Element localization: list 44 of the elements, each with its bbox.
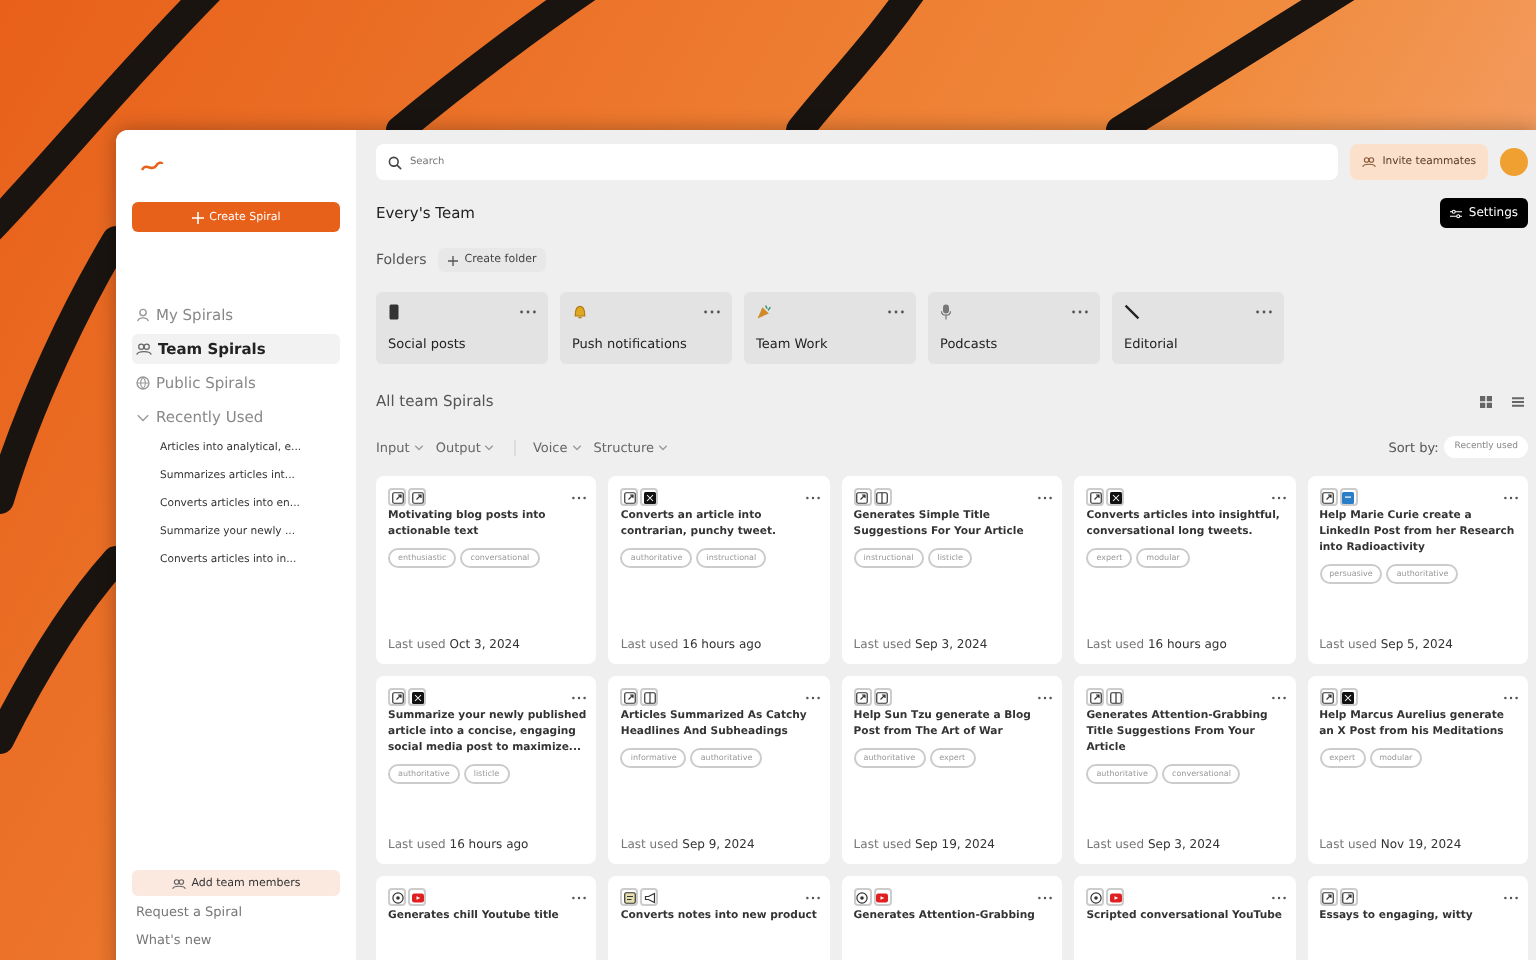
- edit-icon: [853, 488, 872, 506]
- edit-icon: [620, 488, 639, 506]
- edit-icon: [1319, 488, 1338, 506]
- swirl-logo-icon: [140, 158, 164, 174]
- caret-icon: [571, 442, 582, 452]
- edit-icon: [1339, 888, 1358, 906]
- edit-icon: [388, 488, 406, 506]
- x-logo-icon: [640, 488, 659, 506]
- caret-icon: [413, 442, 424, 452]
- edit-icon: [873, 688, 892, 706]
- edit-icon: [408, 488, 426, 506]
- edit-icon: [853, 688, 872, 706]
- bell-icon: [572, 304, 588, 320]
- phone-icon: [388, 304, 400, 320]
- x-logo-icon: [1339, 688, 1358, 706]
- pen-icon: [1124, 304, 1140, 320]
- person-icon: [136, 308, 150, 322]
- team-icon: [171, 877, 186, 889]
- caret-icon: [484, 442, 495, 452]
- search-icon: [388, 155, 402, 169]
- plus-icon: [191, 211, 204, 223]
- team-icon: [136, 342, 152, 356]
- play-icon: [1106, 888, 1125, 906]
- grid-view-icon[interactable]: [1480, 395, 1492, 407]
- caret-icon: [658, 442, 668, 452]
- x-logo-icon: [1106, 488, 1125, 506]
- linkedin-logo-icon: [1339, 488, 1358, 506]
- play-icon: [408, 888, 426, 906]
- edit-icon: [1086, 488, 1105, 506]
- edit-icon: [388, 688, 406, 706]
- edit-icon: [1319, 688, 1338, 706]
- x-logo-icon: [408, 688, 426, 706]
- list-view-icon[interactable]: [1512, 395, 1524, 407]
- edit-icon: [620, 688, 639, 706]
- play-icon: [873, 888, 892, 906]
- edit-icon: [1086, 688, 1105, 706]
- microphone-icon: [940, 304, 952, 320]
- chevron-icon: [136, 410, 150, 424]
- team-icon: [1362, 156, 1377, 168]
- settings-icon: [1450, 207, 1463, 219]
- megaphone-icon: [640, 888, 659, 906]
- notes-icon: [620, 888, 639, 906]
- edit-icon: [1319, 888, 1338, 906]
- plus-icon: [448, 255, 459, 265]
